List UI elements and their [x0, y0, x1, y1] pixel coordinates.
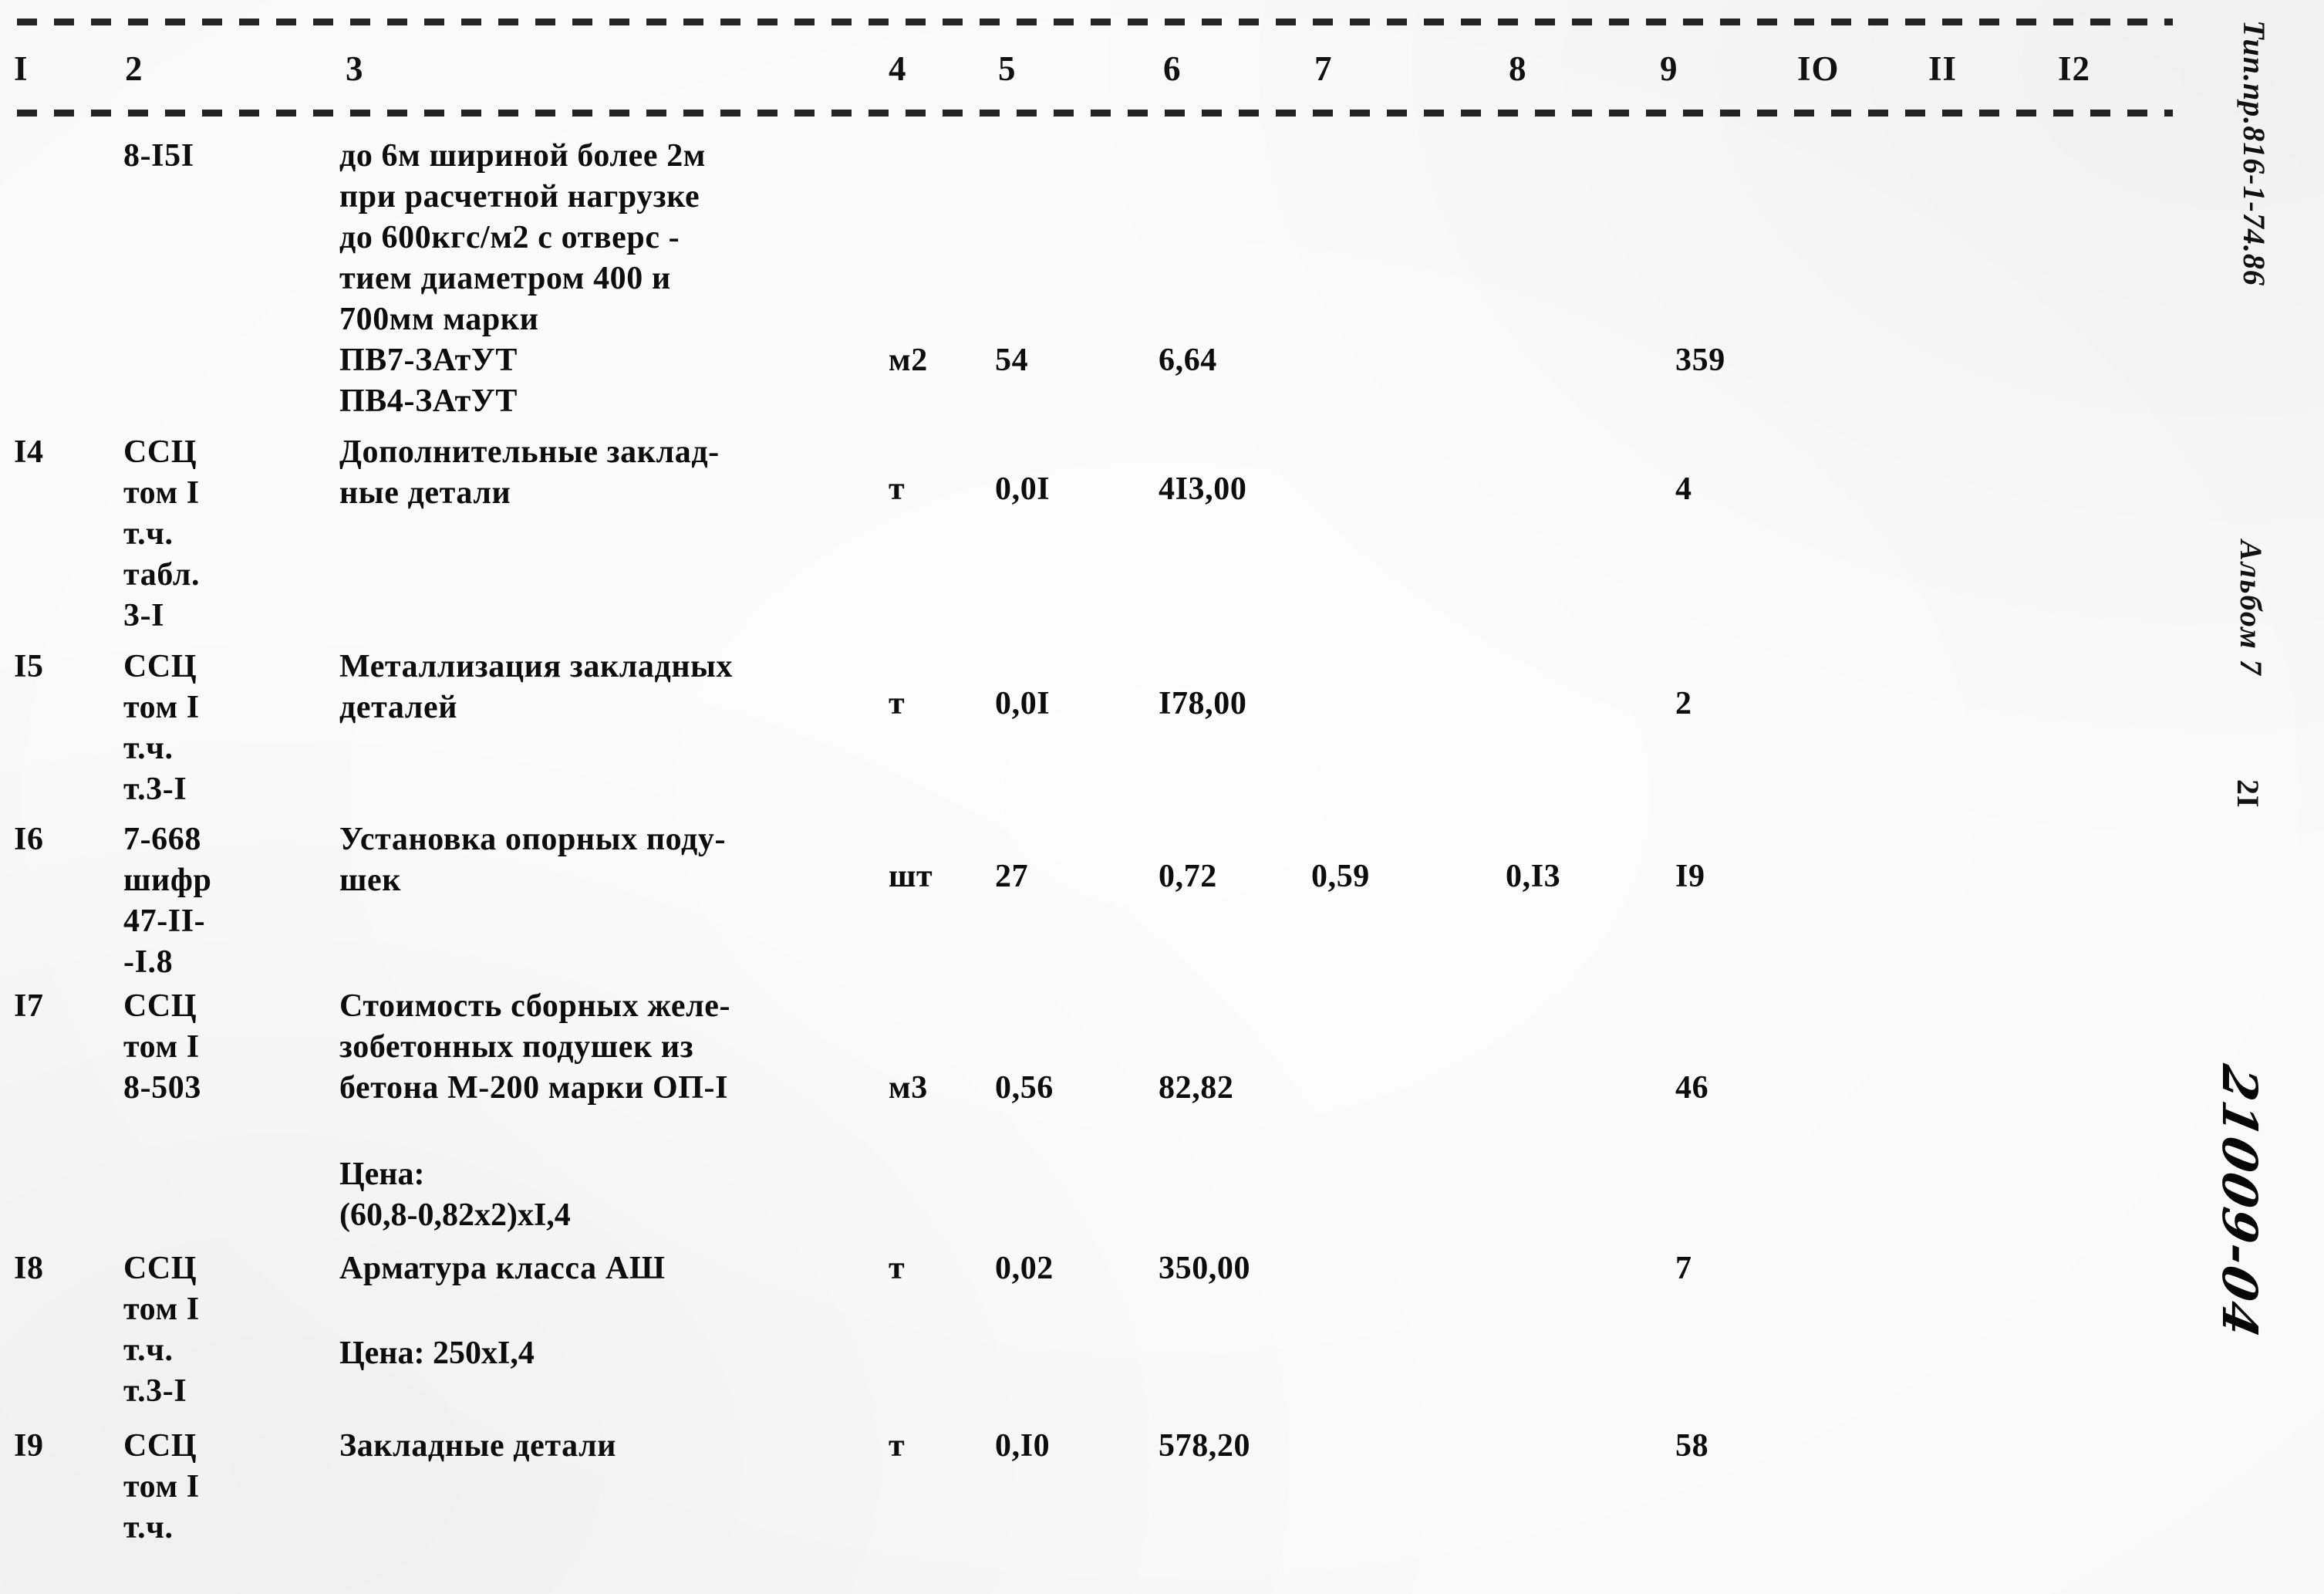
row-quantity: 0,0I	[995, 686, 1051, 721]
row-number: I6	[14, 822, 44, 857]
document-page: I 2 3 4 5 6 7 8 9 IO II I2 8-I5I до 6м ш…	[0, 0, 2324, 1594]
row-unit: шт	[889, 859, 933, 894]
column-header-9: 9	[1660, 49, 1678, 88]
column-header-6: 6	[1163, 49, 1182, 88]
table-top-divider	[17, 17, 2173, 25]
row-code: ССЦ том I т.ч. т.3-I	[123, 649, 200, 807]
column-header-8: 8	[1509, 49, 1527, 88]
row-col6: 0,72	[1159, 859, 1217, 894]
column-header-10: IO	[1797, 49, 1840, 88]
row-col8: 0,I3	[1506, 859, 1561, 894]
row-col6: 4I3,00	[1159, 471, 1247, 507]
column-header-12: I2	[2058, 49, 2091, 88]
table-column-header-row: I 2 3 4 5 6 7 8 9 IO II I2	[0, 48, 2175, 96]
row-col6: 350,00	[1159, 1251, 1251, 1286]
row-unit: т	[889, 1428, 906, 1464]
margin-document-ref: Тип.пр.816-1-74.86	[2237, 20, 2272, 286]
column-header-1: I	[14, 49, 29, 88]
row-number: I4	[14, 434, 44, 470]
row-col9: 2	[1675, 686, 1692, 721]
row-description: Стоимость сборных желе- зобетонных подуш…	[339, 988, 731, 1106]
row-col6: 578,20	[1159, 1428, 1251, 1464]
right-margin: Тип.пр.816-1-74.86 Альбом 7 2I 21009-04	[2175, 0, 2324, 1594]
row-code: ССЦ том I т.ч.	[123, 1428, 200, 1545]
row-number: I9	[14, 1428, 44, 1464]
row-unit: т	[889, 1251, 906, 1286]
row-col6: 82,82	[1159, 1070, 1234, 1106]
row-col9: 58	[1675, 1428, 1709, 1464]
row-col9: I9	[1675, 859, 1705, 894]
row-code: ССЦ том I т.ч. т.3-I	[123, 1251, 200, 1409]
column-header-3: 3	[346, 49, 364, 88]
row-code: 8-I5I	[123, 138, 194, 174]
column-header-5: 5	[998, 49, 1017, 88]
margin-album-label: Альбом 7	[2234, 540, 2268, 677]
row-price-note: Цена: 250хI,4	[339, 1336, 535, 1371]
row-quantity: 54	[995, 343, 1029, 378]
row-quantity: 0,I0	[995, 1428, 1051, 1464]
column-header-7: 7	[1314, 49, 1333, 88]
row-code: ССЦ том I 8-503	[123, 988, 201, 1106]
row-col9: 4	[1675, 471, 1692, 507]
table-header-divider	[17, 108, 2173, 117]
row-quantity: 27	[995, 859, 1029, 894]
row-description: Арматура класса АШ	[339, 1251, 666, 1286]
row-unit: м2	[889, 343, 928, 378]
column-header-2: 2	[125, 49, 143, 88]
row-description: Металлизация закладных деталей	[339, 649, 734, 725]
margin-handwritten-stamp: 21009-04	[2211, 1060, 2268, 1344]
row-col9: 46	[1675, 1070, 1709, 1106]
row-quantity: 0,02	[995, 1251, 1054, 1286]
column-header-11: II	[1928, 49, 1958, 88]
row-number: I5	[14, 649, 44, 684]
row-unit: т	[889, 686, 906, 721]
row-col9: 359	[1675, 343, 1725, 378]
row-unit: м3	[889, 1070, 928, 1106]
row-description: Закладные детали	[339, 1428, 617, 1464]
row-number: I7	[14, 988, 44, 1024]
row-description: до 6м шириной более 2м при расчетной наг…	[339, 138, 707, 419]
estimate-table: I 2 3 4 5 6 7 8 9 IO II I2 8-I5I до 6м ш…	[0, 0, 2175, 1594]
row-description: Установка опорных поду- шек	[339, 822, 727, 898]
row-number: I8	[14, 1251, 44, 1286]
row-col9: 7	[1675, 1251, 1692, 1286]
column-header-4: 4	[889, 49, 907, 88]
row-code: 7-668 шифр 47-II- -I.8	[123, 822, 212, 980]
row-col6: I78,00	[1159, 686, 1247, 721]
row-code: ССЦ том I т.ч. табл. 3-I	[123, 434, 201, 633]
row-quantity: 0,56	[995, 1070, 1054, 1106]
row-col6: 6,64	[1159, 343, 1217, 378]
row-unit: т	[889, 471, 906, 507]
row-description: Дополнительные заклад- ные детали	[339, 434, 720, 511]
row-col7: 0,59	[1311, 859, 1370, 894]
row-quantity: 0,0I	[995, 471, 1051, 507]
margin-page-number: 2I	[2231, 779, 2265, 809]
row-price-note: Цена: (60,8-0,82х2)хI,4	[339, 1157, 571, 1233]
